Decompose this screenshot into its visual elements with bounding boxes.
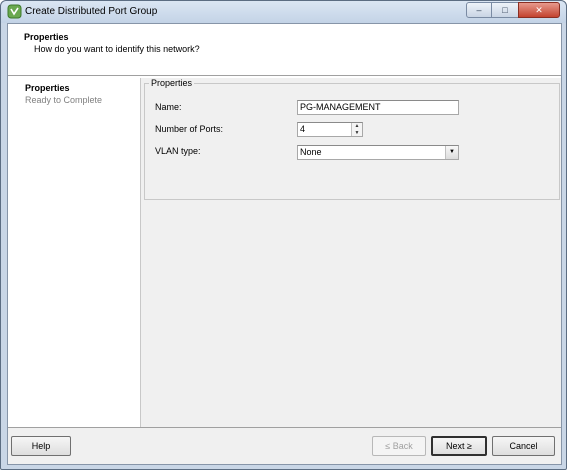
cancel-button[interactable]: Cancel	[492, 436, 555, 456]
next-button[interactable]: Next ≥	[431, 436, 487, 456]
name-field[interactable]: PG-MANAGEMENT	[297, 100, 459, 115]
help-button[interactable]: Help	[11, 436, 71, 456]
title-bar[interactable]: Create Distributed Port Group – □ ✕	[1, 1, 566, 23]
chevron-down-icon[interactable]: ▼	[445, 146, 458, 159]
vlan-type-select[interactable]: None ▼	[297, 145, 459, 160]
page-title: Properties	[24, 32, 69, 42]
window-title: Create Distributed Port Group	[25, 6, 158, 17]
page-subtitle: How do you want to identify this network…	[34, 44, 200, 54]
step-ready-to-complete: Ready to Complete	[25, 95, 103, 105]
ports-value: 4	[300, 124, 306, 134]
ports-stepper[interactable]: 4 ▲ ▼	[297, 122, 363, 137]
properties-legend: Properties	[151, 78, 193, 88]
wizard-client: Properties How do you want to identify t…	[7, 23, 562, 465]
ports-label: Number of Ports:	[155, 124, 224, 134]
properties-panel: Properties Name: PG-MANAGEMENT Number of…	[142, 78, 561, 428]
vlan-label: VLAN type:	[155, 146, 201, 156]
minimize-button[interactable]: –	[466, 2, 492, 18]
steps-sidebar: Properties Ready to Complete	[8, 78, 141, 428]
name-label: Name:	[155, 102, 182, 112]
wizard-body: Properties Ready to Complete Properties …	[8, 77, 561, 428]
step-properties[interactable]: Properties	[25, 83, 70, 93]
vlan-value: None	[300, 147, 322, 157]
name-value: PG-MANAGEMENT	[300, 102, 381, 112]
wizard-header: Properties How do you want to identify t…	[8, 24, 561, 76]
window-controls: – □ ✕	[466, 2, 560, 18]
wizard-window: Create Distributed Port Group – □ ✕ Prop…	[0, 0, 567, 470]
ports-spin-arrows[interactable]: ▲ ▼	[351, 123, 362, 136]
wizard-footer: Help ≤ Back Next ≥ Cancel	[8, 427, 561, 464]
spin-down-icon[interactable]: ▼	[352, 129, 362, 136]
maximize-button[interactable]: □	[492, 2, 518, 18]
properties-group: Properties Name: PG-MANAGEMENT Number of…	[144, 78, 560, 200]
vsphere-icon	[7, 4, 22, 19]
back-button[interactable]: ≤ Back	[372, 436, 426, 456]
close-button[interactable]: ✕	[518, 2, 560, 18]
